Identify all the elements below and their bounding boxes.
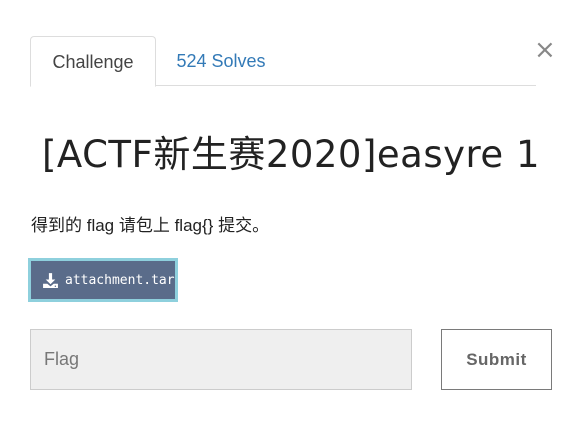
download-icon bbox=[43, 272, 58, 288]
attachment-download-button[interactable]: attachment.tar bbox=[28, 258, 178, 302]
attachment-filename: attachment.tar bbox=[65, 272, 175, 288]
tab-solves[interactable]: 524 Solves bbox=[166, 36, 276, 85]
challenge-title: [ACTF新生赛2020]easyre 1 bbox=[42, 132, 540, 176]
tab-challenge[interactable]: Challenge bbox=[30, 36, 156, 87]
challenge-description: 得到的 flag 请包上 flag{} 提交。 bbox=[31, 216, 270, 235]
submit-button[interactable]: Submit bbox=[441, 329, 552, 390]
close-button[interactable]: × bbox=[534, 36, 556, 64]
challenge-modal: × Challenge 524 Solves [ACTF新生赛2020]easy… bbox=[0, 0, 582, 444]
challenge-tabs: Challenge 524 Solves bbox=[30, 36, 536, 87]
flag-input[interactable] bbox=[30, 329, 412, 390]
